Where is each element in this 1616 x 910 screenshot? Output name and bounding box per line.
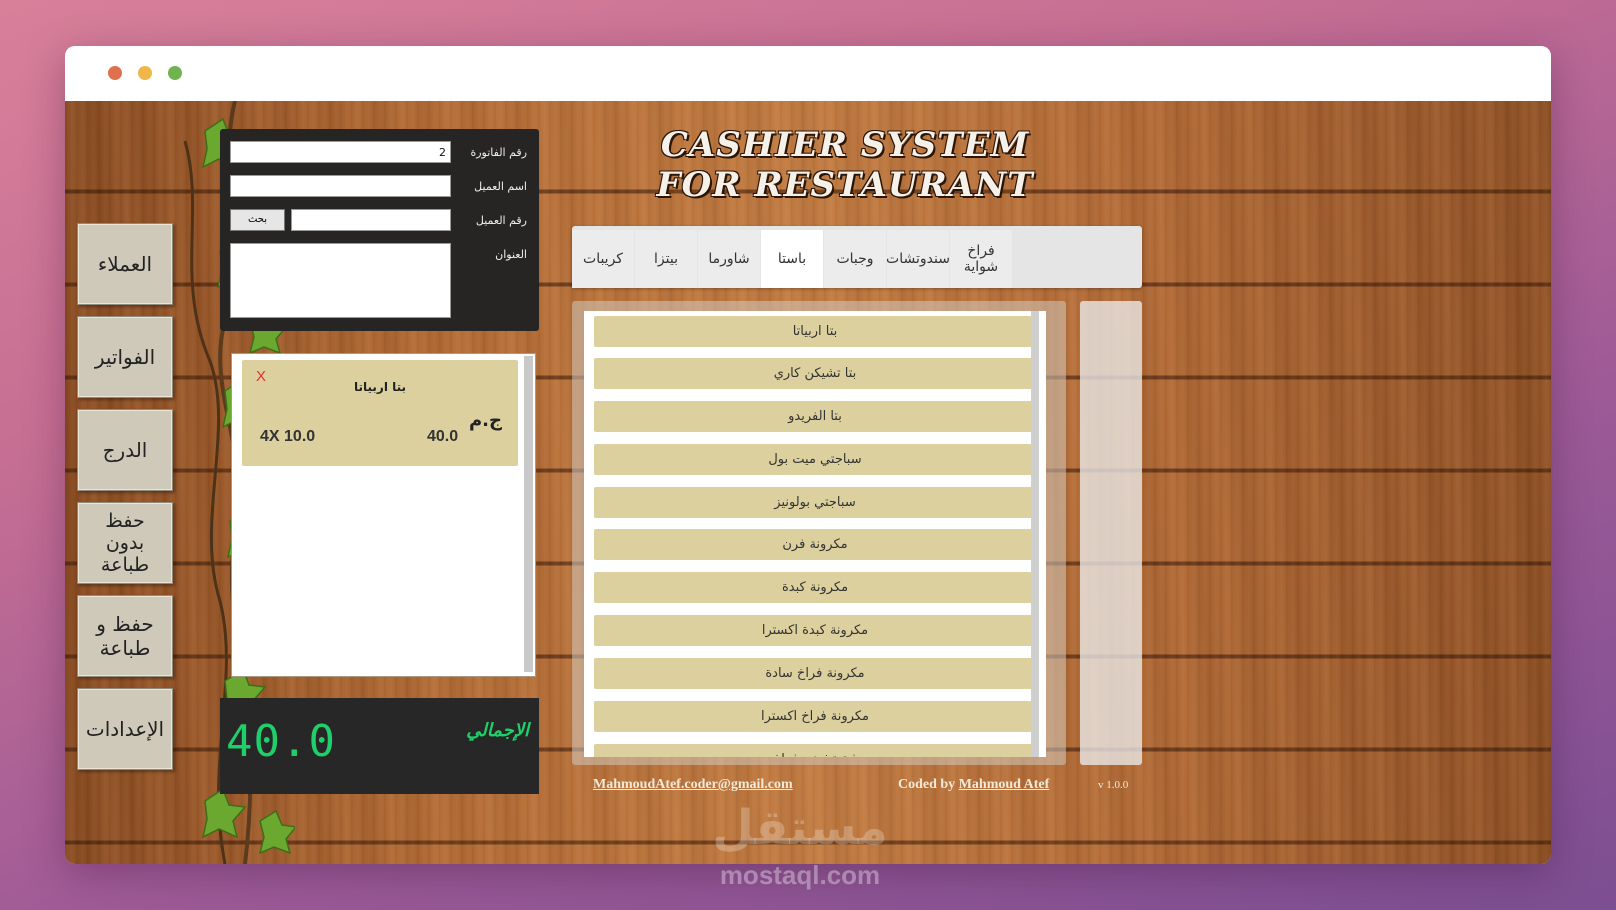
customer-name-label: اسم العميل [474, 180, 527, 193]
title-bar [65, 46, 1551, 101]
menu-item-button[interactable]: سباجتي ميت بول [594, 444, 1036, 475]
save-without-print-button[interactable]: حفظ بدون طباعة [77, 502, 173, 584]
developer-email-link[interactable]: MahmoudAtef.coder@gmail.com [593, 777, 793, 793]
side-panel [1080, 301, 1142, 765]
search-button[interactable]: بحث [230, 209, 285, 231]
category-tabs: كريبات بيتزا شاورما باستا وجبات سندوتشات… [572, 226, 1142, 288]
nav-settings-button[interactable]: الإعدادات [77, 688, 173, 770]
nav-customers-button[interactable]: العملاء [77, 223, 173, 305]
save-and-print-button[interactable]: حفظ و طباعة [77, 595, 173, 677]
maximize-window-dot[interactable] [168, 66, 182, 80]
close-window-dot[interactable] [108, 66, 122, 80]
menu-item-button[interactable]: بتا الفريدو [594, 401, 1036, 432]
address-label: العنوان [495, 248, 527, 261]
invoice-number-label: رقم الفاتورة [470, 146, 527, 159]
tab-sandwiches[interactable]: سندوتشات [887, 230, 949, 288]
menu-item-button[interactable]: مكرونة فراخ سادة [594, 658, 1036, 689]
watermark-text: mostaql.com [719, 860, 881, 890]
order-list-scrollbar[interactable] [524, 356, 533, 672]
total-value: 40.0 [226, 716, 336, 767]
customer-name-field[interactable] [230, 175, 451, 197]
menu-item-button[interactable]: فيتوتشيني فراخ [594, 744, 1036, 757]
tab-pasta[interactable]: باستا [761, 230, 823, 288]
tab-crepes[interactable]: كريبات [572, 230, 634, 288]
watermark-logo: مستقل [712, 800, 888, 856]
order-qty-price: 4X 10.0 [260, 428, 316, 445]
invoice-number-field[interactable] [230, 141, 451, 163]
menu-items-list: بتا اربياتا بتا تشيكن كاري بتا الفريدو س… [584, 311, 1046, 757]
cashier-app: العملاء الفواتير الدرج حفظ بدون طباعة حف… [65, 101, 1551, 864]
coded-by-label: Coded by [898, 777, 956, 792]
total-label: الإجمالي [466, 720, 529, 741]
customer-number-field[interactable] [291, 209, 451, 231]
address-field[interactable] [230, 243, 451, 318]
menu-items-scrollbar[interactable] [1031, 311, 1039, 757]
menu-item-button[interactable]: مكرونة كبدة اكسترا [594, 615, 1036, 646]
customer-number-label: رقم العميل [475, 214, 527, 227]
customer-info-panel: رقم الفاتورة اسم العميل بحث رقم العميل ا… [220, 129, 539, 331]
currency-label: ج.م [468, 410, 502, 431]
coded-by-credit: Coded by Mahmoud Atef [898, 777, 1049, 793]
author-link[interactable]: Mahmoud Atef [959, 777, 1050, 792]
menu-item-button[interactable]: سباجتي بولونيز [594, 487, 1036, 518]
order-item-name: بتا اربياتا [353, 380, 407, 394]
order-subtotal: 40.0 [427, 428, 459, 445]
minimize-window-dot[interactable] [138, 66, 152, 80]
version-label: v 1.0.0 [1098, 779, 1129, 791]
tab-meals[interactable]: وجبات [824, 230, 886, 288]
tab-grilled-chicken[interactable]: فراخ شواية [950, 230, 1012, 288]
menu-item-button[interactable]: بتا اربياتا [594, 316, 1036, 347]
app-title: CASHIER SYSTEM FOR RESTAURANT [656, 125, 1034, 205]
order-list: X بتا اربياتا ج.م 4X 10.0 40.0 [231, 353, 536, 677]
tab-pizza[interactable]: بيتزا [635, 230, 697, 288]
menu-item-button[interactable]: مكرونة فراخ اكسترا [594, 701, 1036, 732]
nav-drawer-button[interactable]: الدرج [77, 409, 173, 491]
menu-item-button[interactable]: بتا تشيكن كاري [594, 358, 1036, 389]
total-display: الإجمالي 40.0 [220, 698, 539, 794]
nav-invoices-button[interactable]: الفواتير [77, 316, 173, 398]
app-window: العملاء الفواتير الدرج حفظ بدون طباعة حف… [65, 46, 1551, 864]
order-item-card[interactable]: X بتا اربياتا ج.م 4X 10.0 40.0 [242, 360, 518, 466]
menu-item-button[interactable]: مكرونة فرن [594, 529, 1036, 560]
menu-item-button[interactable]: مكرونة كبدة [594, 572, 1036, 603]
tab-shawarma[interactable]: شاورما [698, 230, 760, 288]
